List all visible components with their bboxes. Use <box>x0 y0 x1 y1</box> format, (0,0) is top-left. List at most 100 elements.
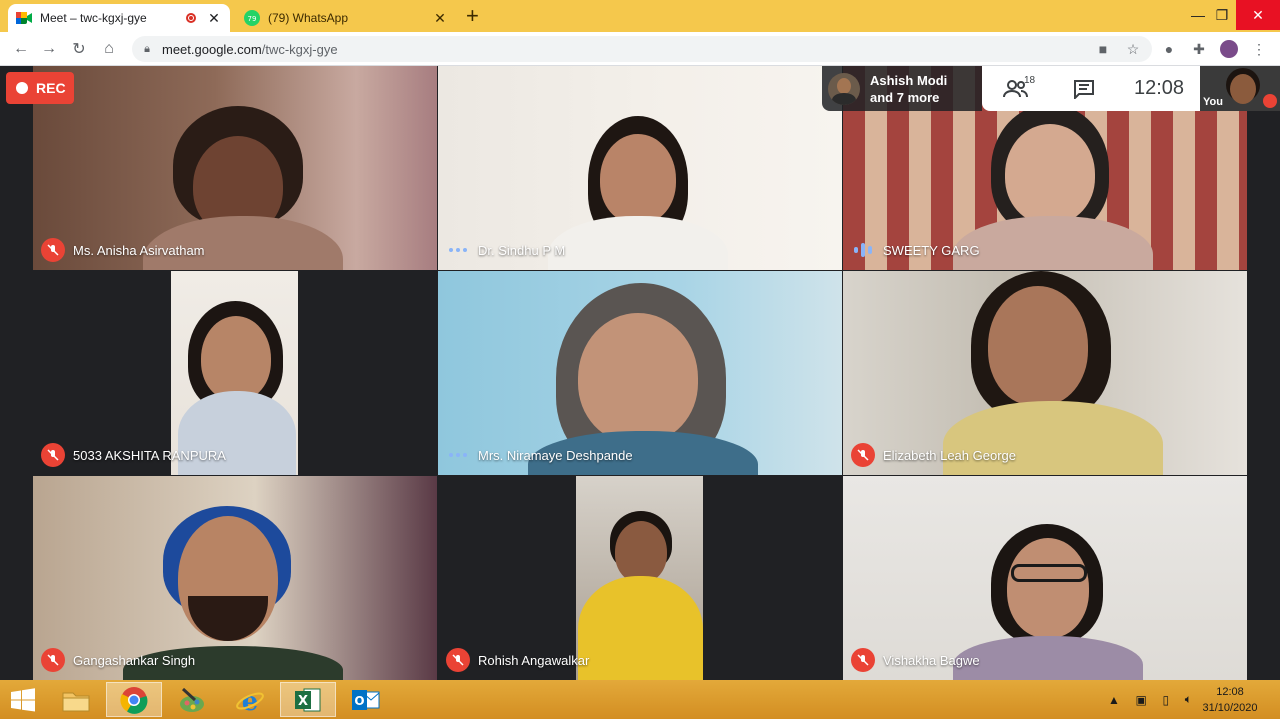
record-dot-icon <box>16 82 28 94</box>
outlook-button[interactable]: O <box>338 682 394 717</box>
reload-icon[interactable]: ↻ <box>68 38 90 60</box>
participant-tile[interactable]: Gangashankar Singh <box>33 476 437 680</box>
audio-speaking-icon <box>851 238 875 262</box>
tab-title: Meet – twc-kgxj-gye <box>40 11 147 25</box>
home-icon[interactable]: ⌂ <box>98 38 120 60</box>
close-tab-icon[interactable]: ✕ <box>432 10 448 27</box>
others-name: Ashish Modi <box>870 72 948 88</box>
outlook-icon: O <box>352 689 380 710</box>
meeting-clock: 12:08 <box>1133 77 1185 99</box>
mic-off-icon <box>1263 94 1277 108</box>
participant-tile[interactable]: Dr. Sindhu P M <box>438 66 842 270</box>
excel-taskbar-button[interactable]: X <box>280 682 336 717</box>
meet-icon <box>16 10 32 26</box>
participant-name: Gangashankar Singh <box>73 652 196 668</box>
bookmark-star-icon[interactable]: ☆ <box>1124 40 1142 58</box>
forward-icon[interactable]: → <box>38 38 60 60</box>
windows-logo-icon <box>11 687 35 711</box>
menu-kebab-icon[interactable]: ⋮ <box>1250 40 1268 58</box>
participant-name: SWEETY GARG <box>883 242 980 258</box>
others-count: and 7 more <box>870 89 940 105</box>
svg-text:X: X <box>298 694 308 709</box>
battery-icon[interactable]: ▯ <box>1163 693 1170 707</box>
extensions-puzzle-icon[interactable]: ✚ <box>1190 40 1208 58</box>
participant-tile[interactable]: Elizabeth Leah George <box>843 271 1247 475</box>
address-bar[interactable]: 🔒︎ meet.google.com/twc-kgxj-gye <box>132 36 1152 62</box>
internet-explorer-icon: e <box>236 687 264 714</box>
taskbar-time: 12:08 <box>1216 686 1244 698</box>
restore-button[interactable]: ❐ <box>1204 0 1240 30</box>
self-view-tile[interactable]: You <box>1200 66 1280 111</box>
recording-indicator-icon <box>186 13 196 23</box>
recording-badge: REC <box>6 72 74 104</box>
recording-label: REC <box>36 80 66 96</box>
mic-off-icon <box>851 648 875 672</box>
system-tray: ▲ ▣ ▯ 🔈︎ <box>1108 680 1192 719</box>
participant-nameplate: SWEETY GARG <box>851 238 980 262</box>
self-label: You <box>1203 96 1223 108</box>
avatar <box>828 72 860 105</box>
browser-toolbar: ← → ↻ ⌂ 🔒︎ meet.google.com/twc-kgxj-gye … <box>0 32 1280 66</box>
audio-idle-icon <box>446 238 470 262</box>
svg-text:e: e <box>242 687 259 714</box>
audio-idle-icon <box>446 443 470 467</box>
participant-name: Rohish Angawalkar <box>478 652 590 668</box>
browser-tab-strip: Meet – twc-kgxj-gye ✕ 79 (79) WhatsApp ✕… <box>0 0 1280 32</box>
internet-explorer-button[interactable]: e <box>222 682 278 717</box>
participant-name: Vishakha Bagwe <box>883 652 980 668</box>
chat-icon <box>1074 79 1094 99</box>
participant-name: Mrs. Niramaye Deshpande <box>478 447 633 463</box>
new-tab-button[interactable]: + <box>466 4 479 28</box>
participants-button[interactable]: 18 <box>982 75 1050 99</box>
extension-icon[interactable]: ● <box>1160 40 1178 58</box>
participant-nameplate: Ms. Anisha Asirvatham <box>41 238 205 262</box>
participant-nameplate: Vishakha Bagwe <box>851 648 980 672</box>
file-explorer-button[interactable] <box>48 682 104 717</box>
mic-off-icon <box>41 648 65 672</box>
network-icon[interactable]: ▣ <box>1136 693 1147 707</box>
participant-tile[interactable]: Mrs. Niramaye Deshpande <box>438 271 842 475</box>
participant-name: Elizabeth Leah George <box>883 447 1016 463</box>
participant-name: Ms. Anisha Asirvatham <box>73 242 205 258</box>
tab-whatsapp[interactable]: 79 (79) WhatsApp ✕ <box>236 4 456 32</box>
participant-tile[interactable]: Ms. Anisha Asirvatham <box>33 66 437 270</box>
participant-tile[interactable]: 5033 AKSHITA RANPURA <box>33 271 437 475</box>
close-window-button[interactable]: ✕ <box>1236 0 1280 30</box>
taskbar-clock[interactable]: 12:08 31/10/2020 <box>1196 684 1264 716</box>
folder-icon <box>62 692 90 711</box>
participant-nameplate: Dr. Sindhu P M <box>446 238 565 262</box>
participant-nameplate: Elizabeth Leah George <box>851 443 1016 467</box>
other-participants-indicator[interactable]: Ashish Modi and 7 more <box>822 66 982 111</box>
close-tab-icon[interactable]: ✕ <box>206 10 222 27</box>
participant-nameplate: Mrs. Niramaye Deshpande <box>446 443 633 467</box>
participant-nameplate: Rohish Angawalkar <box>446 648 589 672</box>
url-path: /twc-kgxj-gye <box>261 41 338 57</box>
participant-name: Dr. Sindhu P M <box>478 242 566 258</box>
chat-button[interactable] <box>1050 79 1118 99</box>
start-button[interactable] <box>0 682 46 717</box>
lock-icon: 🔒︎ <box>144 42 150 55</box>
tab-meet[interactable]: Meet – twc-kgxj-gye ✕ <box>8 4 230 32</box>
paint-icon <box>180 687 204 712</box>
show-hidden-icons-icon[interactable]: ▲ <box>1108 693 1120 707</box>
paint-button[interactable] <box>164 682 220 717</box>
participant-nameplate: 5033 AKSHITA RANPURA <box>41 443 226 467</box>
profile-avatar[interactable] <box>1220 40 1238 58</box>
svg-text:79: 79 <box>248 15 257 23</box>
volume-icon[interactable]: 🔈︎ <box>1185 692 1192 707</box>
taskbar-date: 31/10/2020 <box>1202 702 1258 714</box>
excel-icon: X <box>295 688 321 711</box>
back-icon[interactable]: ← <box>10 38 32 60</box>
participant-tile[interactable]: Rohish Angawalkar <box>438 476 842 680</box>
participants-count: 18 <box>1024 74 1036 86</box>
windows-taskbar: e X O ▲ ▣ ▯ 🔈︎ 12:08 31/10/2020 <box>0 680 1280 719</box>
tab-title: (79) WhatsApp <box>268 11 349 25</box>
meet-stage: Ms. Anisha Asirvatham Dr. Sindhu P M SWE… <box>0 66 1280 680</box>
participant-tile[interactable]: Vishakha Bagwe <box>843 476 1247 680</box>
mic-off-icon <box>41 238 65 262</box>
mic-off-icon <box>41 443 65 467</box>
camera-icon[interactable]: ■ <box>1094 40 1112 58</box>
chrome-taskbar-button[interactable] <box>106 682 162 717</box>
url-host: meet.google.com <box>162 41 262 57</box>
svg-text:O: O <box>354 694 364 708</box>
